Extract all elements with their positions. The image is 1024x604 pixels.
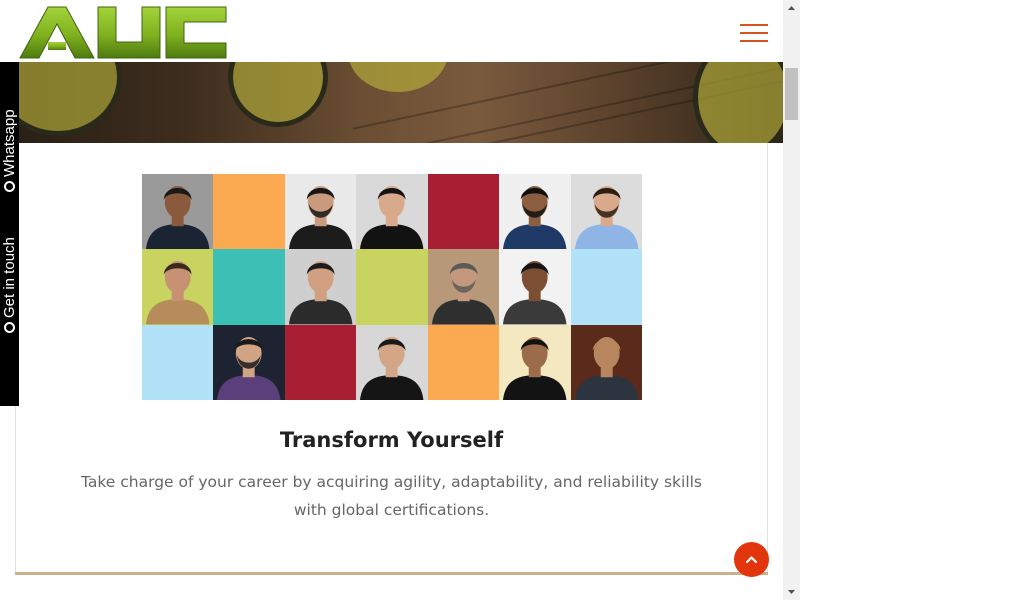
hero-image <box>18 62 783 143</box>
chat-icon <box>4 322 15 333</box>
instructor-photo <box>499 174 571 250</box>
color-tile <box>213 174 285 250</box>
instructor-photo <box>570 324 642 400</box>
instructor-photo <box>142 174 214 250</box>
whatsapp-icon <box>4 181 15 192</box>
instructor-photo <box>284 174 357 250</box>
auc-logo[interactable] <box>18 4 228 60</box>
instructor-photo <box>142 249 214 325</box>
instructor-photo <box>356 324 428 400</box>
color-tile <box>284 324 357 400</box>
scroll-up-arrow-icon[interactable] <box>783 0 800 17</box>
instructor-photo <box>570 174 642 250</box>
person-portrait <box>574 336 639 400</box>
chevron-up-icon <box>745 556 758 564</box>
person-portrait <box>360 186 424 250</box>
back-to-top-button[interactable] <box>734 542 769 577</box>
instructor-photo <box>284 249 357 325</box>
person-portrait <box>288 261 353 325</box>
get-in-touch-tab[interactable]: Get in touch <box>0 208 19 333</box>
person-portrait <box>360 336 424 400</box>
get-in-touch-label: Get in touch <box>1 237 18 318</box>
hamburger-menu-icon[interactable] <box>740 22 768 44</box>
instructor-photo <box>213 324 285 400</box>
instructor-photo <box>427 249 500 325</box>
color-tile <box>213 249 285 325</box>
card-bottom-rule <box>15 572 768 575</box>
color-tile <box>427 174 500 250</box>
person-portrait <box>574 186 639 250</box>
color-tile <box>427 324 500 400</box>
section-description: Take charge of your career by acquiring … <box>80 473 703 519</box>
section-title: Transform Yourself <box>279 428 504 452</box>
person-portrait <box>288 186 353 250</box>
site-header <box>0 0 783 62</box>
instructor-photo-grid <box>142 174 642 400</box>
color-tile <box>356 249 428 325</box>
person-portrait <box>503 336 567 400</box>
page-viewport: Transform Yourself Take charge of your c… <box>0 0 783 600</box>
instructor-photo <box>499 324 571 400</box>
color-tile <box>142 324 214 400</box>
instructor-photo <box>499 249 571 325</box>
person-portrait <box>431 261 496 325</box>
person-portrait <box>145 261 210 325</box>
side-contact-tab: Whatsapp Get in touch <box>0 62 19 406</box>
vertical-scrollbar[interactable] <box>783 0 800 600</box>
whatsapp-tab[interactable]: Whatsapp <box>0 82 19 192</box>
person-portrait <box>503 186 567 250</box>
whatsapp-label: Whatsapp <box>1 109 18 177</box>
logo-graphic <box>19 6 227 59</box>
person-portrait <box>217 336 281 400</box>
scroll-down-arrow-icon[interactable] <box>783 583 800 600</box>
color-tile <box>570 249 642 325</box>
blank-area <box>800 0 1024 600</box>
instructor-photo <box>356 174 428 250</box>
scrollbar-thumb[interactable] <box>785 68 798 120</box>
person-portrait <box>145 186 210 250</box>
person-portrait <box>503 261 567 325</box>
